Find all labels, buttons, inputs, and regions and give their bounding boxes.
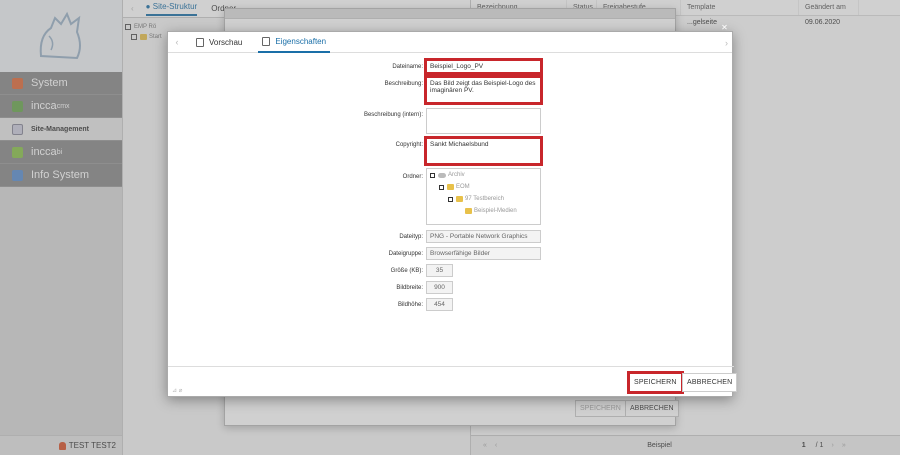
folder-node-beispiel-medien[interactable]: Beispiel-Medien: [465, 208, 517, 214]
folder-node-testbereich[interactable]: 97 Testbereich: [448, 196, 504, 202]
collapse-icon[interactable]: [430, 172, 435, 178]
dateityp-label: Dateityp:: [399, 234, 423, 240]
dateigruppe-label: Dateigruppe:: [388, 251, 423, 257]
properties-dialog: ✕ ‹ Vorschau Eigenschaften › Dateiname: …: [167, 23, 738, 397]
folder-icon: [447, 184, 454, 190]
dialog-footer: SPEICHERN ABBRECHEN ⊿ ⌀: [168, 366, 738, 396]
resize-grip-icon[interactable]: ⊿ ⌀: [172, 387, 182, 394]
folder-label: Beispiel-Medien: [474, 208, 517, 214]
bildbreite-field: 900: [426, 281, 453, 294]
dateiname-label: Dateiname:: [392, 64, 423, 70]
collapse-icon[interactable]: [439, 184, 444, 190]
folder-node-archiv[interactable]: Archiv: [430, 172, 465, 178]
cloud-icon: [438, 172, 446, 178]
chevron-left-icon[interactable]: ‹: [168, 37, 186, 47]
beschreibung-intern-label: Beschreibung (intern):: [363, 112, 423, 118]
folder-label: Archiv: [448, 172, 465, 178]
dialog-tabs: ‹ Vorschau Eigenschaften ›: [168, 32, 732, 53]
ordner-label: Ordner:: [402, 174, 423, 180]
properties-icon: [262, 36, 271, 46]
groesse-field: 35: [426, 264, 453, 277]
beschreibung-label: Beschreibung:: [384, 81, 423, 87]
folder-label: EOM: [456, 184, 470, 190]
tab-eigenschaften[interactable]: Eigenschaften: [258, 32, 331, 53]
dateityp-field: PNG - Portable Network Graphics: [426, 230, 541, 243]
collapse-icon[interactable]: [448, 196, 453, 202]
bildhoehe-field: 454: [426, 298, 453, 311]
preview-icon: [196, 37, 204, 47]
folder-icon: [456, 196, 463, 202]
folder-label: 97 Testbereich: [465, 196, 504, 202]
save-button[interactable]: SPEICHERN: [627, 371, 684, 394]
copyright-field[interactable]: Sankt Michaelsbund: [424, 136, 543, 166]
copyright-label: Copyright:: [395, 142, 423, 148]
tab-vorschau[interactable]: Vorschau: [192, 32, 246, 53]
folder-tree: Archiv EOM 97 Testbereich Beispiel-Medie…: [426, 168, 541, 225]
close-icon[interactable]: ✕: [720, 23, 729, 32]
folder-icon: [465, 208, 472, 214]
tab-label: Eigenschaften: [275, 36, 327, 46]
groesse-label: Größe (KB):: [390, 268, 423, 274]
cancel-button[interactable]: ABBRECHEN: [682, 373, 738, 392]
dateigruppe-field: Browserfähige Bilder: [426, 247, 541, 260]
beschreibung-field[interactable]: Das Bild zeigt das Beispiel-Logo des ima…: [424, 75, 543, 105]
tab-label: Vorschau: [209, 37, 243, 47]
chevron-right-icon[interactable]: ›: [725, 38, 728, 48]
folder-node-eom[interactable]: EOM: [439, 184, 470, 190]
dateiname-field[interactable]: [424, 58, 543, 75]
bildhoehe-label: Bildhöhe:: [397, 302, 423, 308]
beschreibung-intern-field[interactable]: [426, 108, 541, 134]
bildbreite-label: Bildbreite:: [396, 285, 423, 291]
